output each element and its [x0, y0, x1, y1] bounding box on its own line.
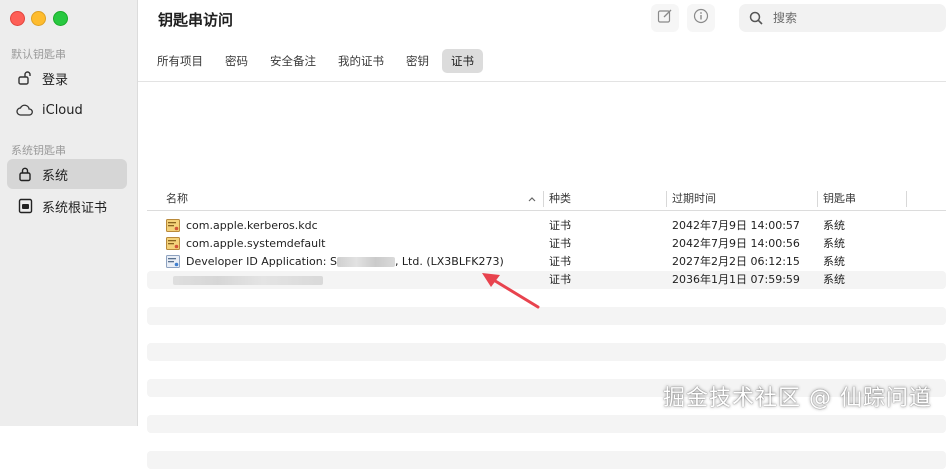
search-icon [749, 10, 765, 26]
cert-expires: 2027年2月2日 06:12:15 [672, 255, 800, 268]
empty-row [147, 433, 946, 451]
section-title-system-keychains: 系统钥匙串 [11, 144, 66, 157]
divider [138, 81, 946, 82]
column-divider[interactable] [543, 191, 544, 207]
table-header: 名称 种类 过期时间 钥匙串 [147, 188, 946, 211]
tab-secure-notes[interactable]: 安全备注 [261, 49, 325, 73]
empty-row [147, 451, 946, 469]
certificate-icon [166, 255, 180, 268]
info-icon [693, 8, 709, 28]
cert-name: Developer ID Application: S, Ltd. (LX3BL… [186, 253, 504, 271]
annotation-arrow-icon [482, 273, 540, 309]
cert-expires: 2042年7月9日 14:00:56 [672, 237, 800, 250]
empty-row [147, 361, 946, 379]
column-divider[interactable] [666, 191, 667, 207]
cert-expires: 2036年1月1日 07:59:59 [672, 273, 800, 286]
cert-kind: 证书 [549, 255, 571, 268]
category-tabs: 所有项目 密码 安全备注 我的证书 密钥 证书 [148, 49, 487, 73]
info-button[interactable] [687, 4, 715, 32]
sidebar-item-system-roots[interactable]: 系统根证书 [7, 191, 127, 221]
cabinet-icon [16, 197, 34, 215]
padlock-icon [16, 165, 34, 183]
cert-keychain: 系统 [823, 273, 845, 286]
table-row[interactable]: com.apple.systemdefault 证书 2042年7月9日 14:… [147, 235, 946, 253]
cert-name-prefix: Developer ID Application: S [186, 255, 337, 268]
sidebar: 默认钥匙串 登录 iCloud 系统钥匙串 系统 系统根证书 [0, 0, 138, 426]
section-title-default-keychains: 默认钥匙串 [11, 48, 66, 61]
zoom-window-button[interactable] [53, 11, 68, 26]
sidebar-item-icloud[interactable]: iCloud [7, 95, 127, 125]
sidebar-item-label: 系统 [42, 168, 69, 184]
certificate-icon [166, 219, 180, 232]
sidebar-item-label: 登录 [42, 72, 69, 88]
column-header-keychain[interactable]: 钥匙串 [823, 188, 856, 210]
watermark: 掘金技术社区 @ 仙踪问道 [663, 386, 932, 411]
tab-certificates[interactable]: 证书 [442, 49, 483, 73]
compose-icon [657, 8, 673, 28]
tab-keys[interactable]: 密钥 [397, 49, 438, 73]
column-header-name[interactable]: 名称 [166, 188, 188, 210]
cert-expires: 2042年7月9日 14:00:57 [672, 219, 800, 232]
close-window-button[interactable] [10, 11, 25, 26]
sidebar-item-label: 系统根证书 [42, 200, 108, 216]
sort-chevron-up-icon [528, 197, 536, 202]
empty-row [147, 343, 946, 361]
tab-all-items[interactable]: 所有项目 [148, 49, 212, 73]
column-divider[interactable] [817, 191, 818, 207]
column-header-expires[interactable]: 过期时间 [672, 188, 716, 210]
redacted-name [173, 276, 323, 285]
cert-kind: 证书 [549, 237, 571, 250]
new-item-button[interactable] [651, 4, 679, 32]
certificates-table: 名称 种类 过期时间 钥匙串 com.apple.kerberos.kdc 证书… [147, 188, 946, 469]
search-field[interactable] [739, 4, 946, 32]
window-title: 钥匙串访问 [158, 11, 234, 29]
main-content: 钥匙串访问 所有项目 密码 安全备注 我的证书 密钥 证书 名称 种类 过期时间 [138, 0, 946, 469]
cert-keychain: 系统 [823, 255, 845, 268]
table-row[interactable]: com.apple.kerberos.kdc 证书 2042年7月9日 14:0… [147, 217, 946, 235]
unlocked-padlock-icon [16, 69, 34, 87]
tab-passwords[interactable]: 密码 [216, 49, 257, 73]
sidebar-item-system[interactable]: 系统 [7, 159, 127, 189]
search-input[interactable] [773, 11, 923, 25]
cert-name: com.apple.systemdefault [186, 237, 326, 250]
column-header-kind[interactable]: 种类 [549, 188, 571, 210]
cert-name: com.apple.kerberos.kdc [186, 219, 318, 232]
cert-keychain: 系统 [823, 237, 845, 250]
cert-keychain: 系统 [823, 219, 845, 232]
minimize-window-button[interactable] [31, 11, 46, 26]
sidebar-item-login[interactable]: 登录 [7, 63, 127, 93]
empty-row [147, 325, 946, 343]
redacted-text [336, 257, 395, 267]
sidebar-item-label: iCloud [42, 102, 83, 118]
cert-kind: 证书 [549, 219, 571, 232]
cloud-icon [16, 101, 34, 119]
tab-my-certificates[interactable]: 我的证书 [329, 49, 393, 73]
cert-kind: 证书 [549, 273, 571, 286]
column-divider[interactable] [906, 191, 907, 207]
certificate-icon [166, 237, 180, 250]
empty-row [147, 415, 946, 433]
